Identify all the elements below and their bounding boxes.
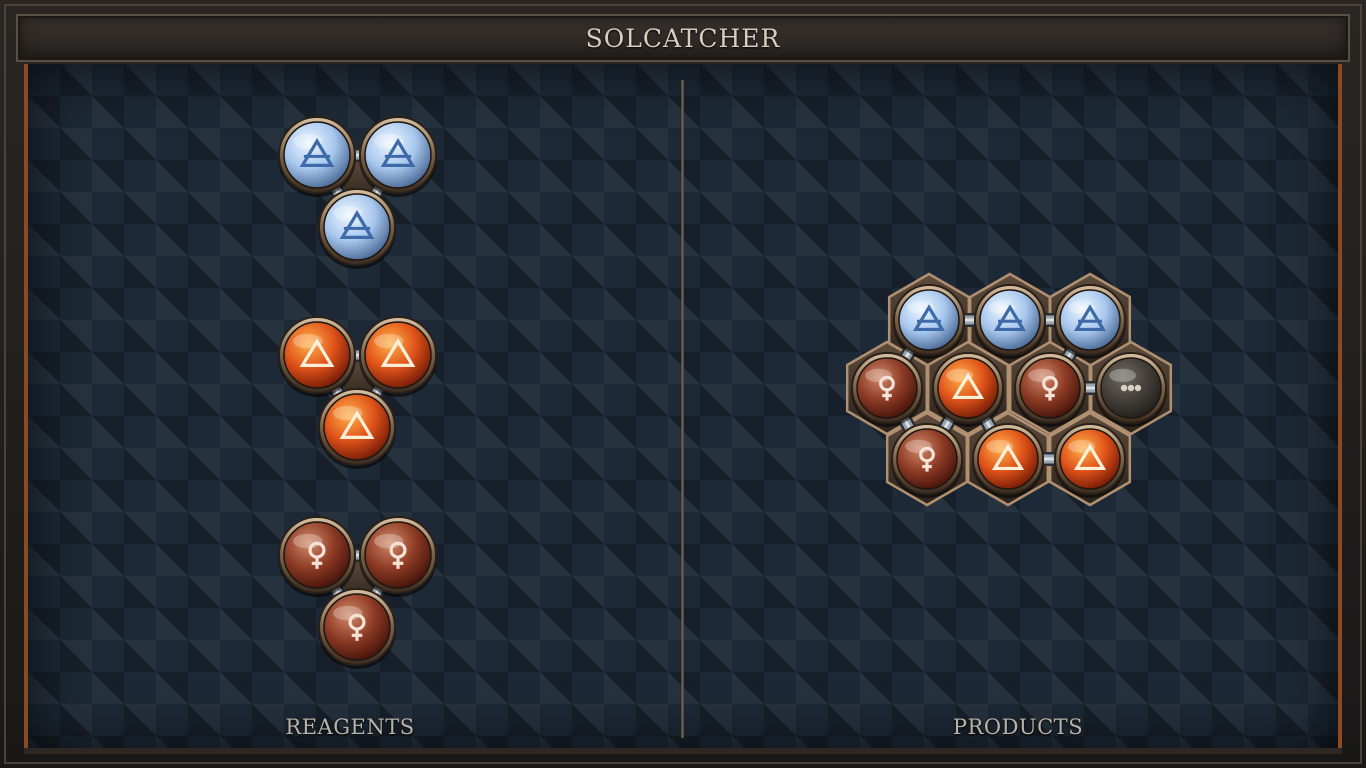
reagent-molecule[interactable] [278,516,437,669]
molecules-layer [278,116,1173,669]
atom-air [318,188,396,269]
atom-air [278,116,356,197]
atom-fire [318,388,396,469]
atom-fire [1054,423,1126,498]
reagent-molecule[interactable] [278,316,437,469]
atom-venus [278,516,356,597]
atom-fire [932,352,1004,427]
atom-fire [278,316,356,397]
products-label: PRODUCTS [952,715,1084,739]
reagent-molecule[interactable] [278,116,437,269]
atom-venus [359,516,437,597]
atom-air [359,116,437,197]
products-panel [845,272,1173,507]
atom-venus [1014,352,1086,427]
atom-air [974,284,1046,359]
product-molecule[interactable] [845,272,1173,507]
atom-venus [891,423,963,498]
atom-air [1054,284,1126,359]
reagents-panel [278,116,437,669]
atom-fire [359,316,437,397]
reagents-label: REAGENTS [285,715,415,739]
atom-fire [972,423,1044,498]
ellipsis-icon [1120,384,1142,392]
atom-venus [318,588,396,669]
atom-air [893,284,965,359]
atom-empty [1095,352,1167,427]
atom-venus [851,352,923,427]
